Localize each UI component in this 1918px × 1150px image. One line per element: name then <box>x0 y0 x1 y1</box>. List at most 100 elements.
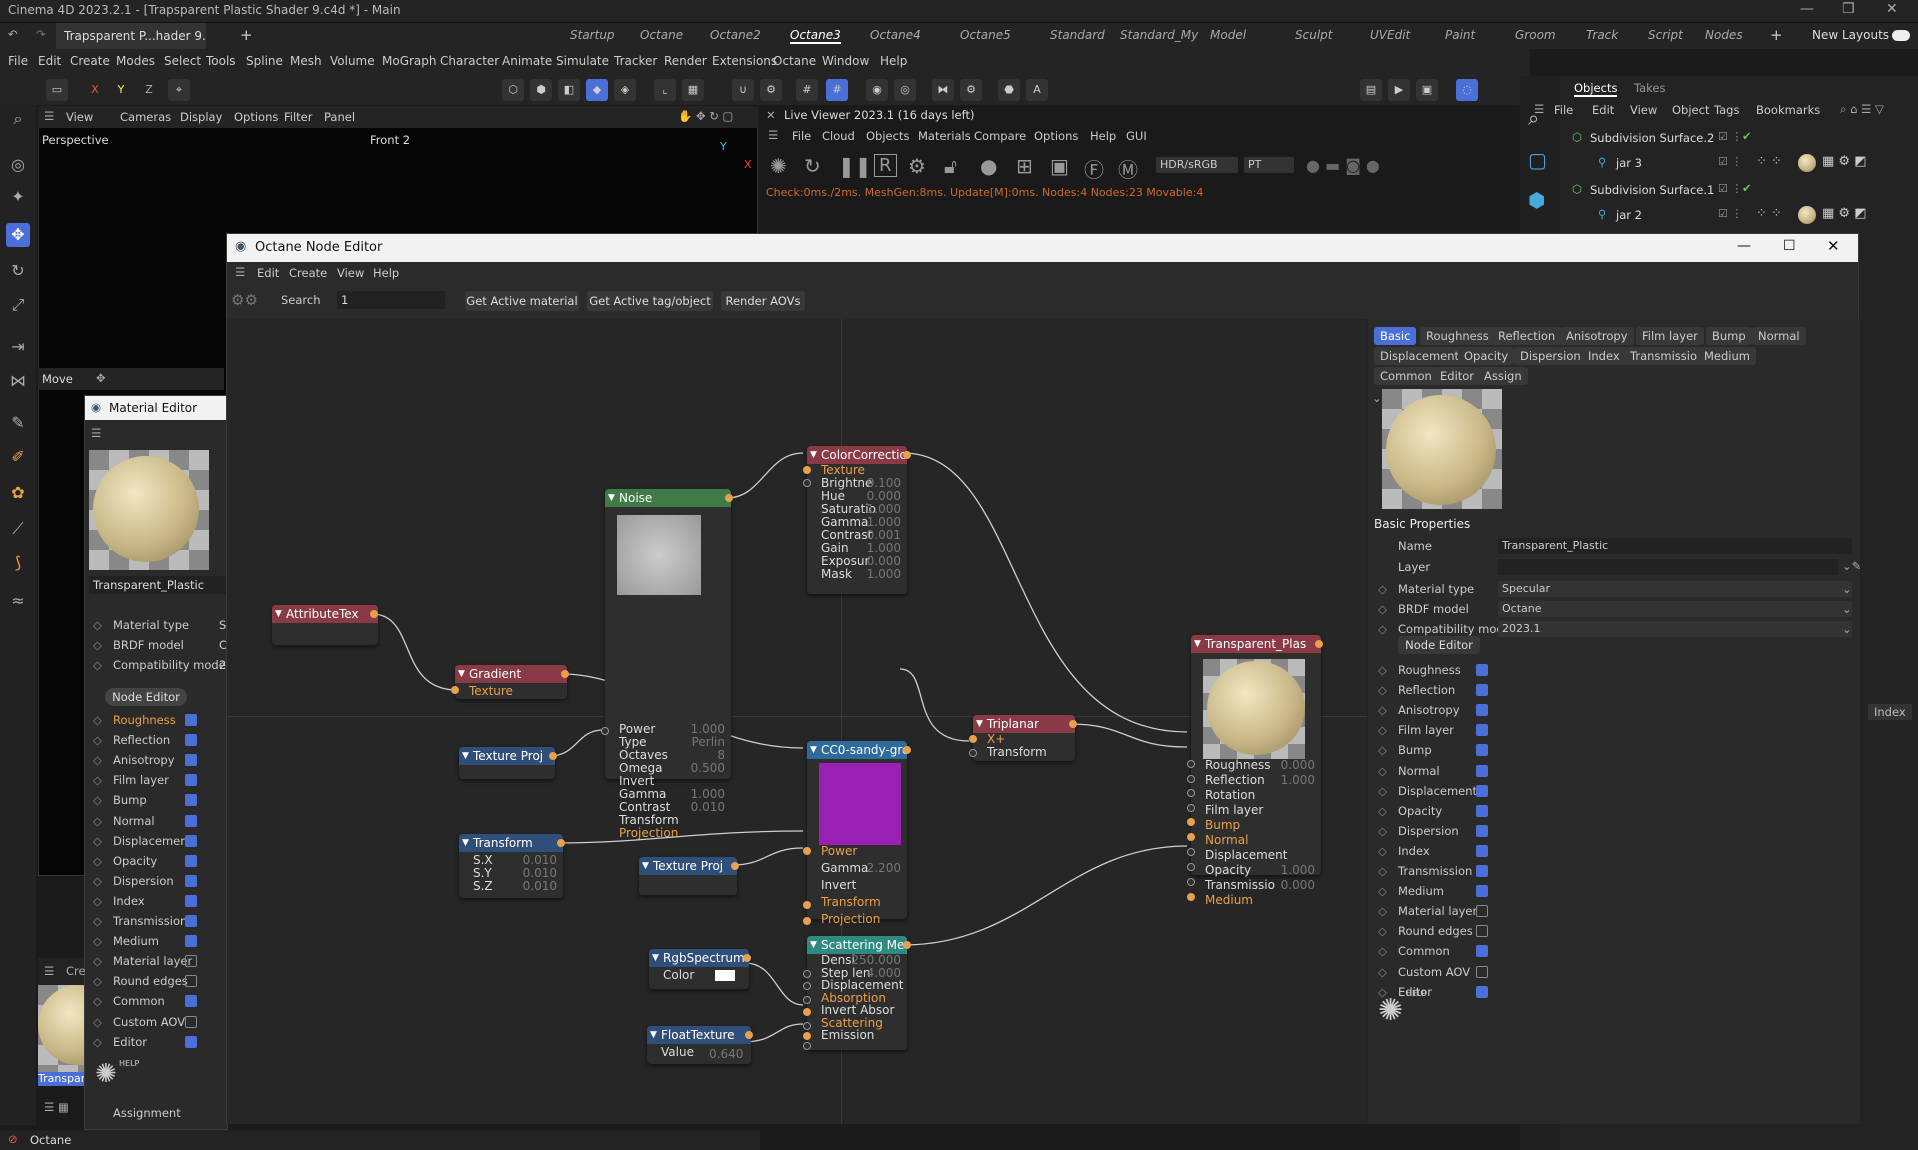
node-transform[interactable]: TransformS.X0.010S.Y0.010S.Z0.010 <box>459 834 565 898</box>
checkbox[interactable] <box>1476 764 1488 777</box>
field-select[interactable]: Specular <box>1498 581 1852 597</box>
button-get-active-material[interactable]: Get Active material <box>465 291 579 311</box>
corner-icon[interactable]: ⌞ <box>654 79 676 101</box>
param-rotation[interactable]: Rotation <box>1191 789 1321 802</box>
port-dot[interactable] <box>745 1031 753 1039</box>
chevron-down-icon[interactable]: ⌄ <box>1842 622 1852 636</box>
octane-sync-icon[interactable]: ◌ <box>1456 79 1478 101</box>
channel-opacity[interactable]: Opacity <box>1398 804 1442 818</box>
checkbox[interactable] <box>1476 664 1488 676</box>
layout-tab-octane5[interactable]: Octane5 <box>960 28 1011 42</box>
menu-mograph[interactable]: MoGraph <box>382 54 437 68</box>
param-transform[interactable]: Transform <box>973 746 1075 759</box>
checkbox[interactable] <box>1476 824 1488 837</box>
value-field[interactable]: 0.640 <box>709 1047 743 1061</box>
live-viewer-menu-file[interactable]: File <box>792 129 811 143</box>
chevron-down-icon[interactable]: ⌄ <box>1372 391 1382 405</box>
close-icon[interactable]: ✕ <box>1886 1 1898 17</box>
node-title[interactable]: Texture Proj <box>459 747 555 765</box>
node-rgbspectrum[interactable]: RgbSpectrumColor <box>649 949 751 989</box>
port-dot[interactable] <box>743 954 751 962</box>
layout-tab-octane4[interactable]: Octane4 <box>870 28 921 42</box>
param-power[interactable]: Power <box>807 845 907 858</box>
channel-common[interactable]: Common <box>1398 944 1450 958</box>
object-mode-icon[interactable]: ◈ <box>614 79 636 101</box>
port-dot[interactable] <box>731 862 739 870</box>
param-mask[interactable]: Mask 1.000 <box>807 568 907 581</box>
param-bump[interactable]: Bump <box>1191 819 1321 832</box>
octane-logo-icon[interactable]: ✺ <box>770 154 787 178</box>
visibility-icon[interactable]: ☑ ⋮ <box>1718 182 1742 195</box>
cube-icon[interactable]: ⬢ <box>1528 188 1545 212</box>
help-icon[interactable]: ✺ <box>1378 993 1403 1028</box>
square-icon[interactable]: ▢ <box>1528 148 1547 172</box>
prop-tab-medium[interactable]: Medium <box>1698 347 1756 365</box>
prop-tab-reflection[interactable]: Reflection <box>1492 327 1562 345</box>
param-value[interactable]: 0.010 <box>523 880 557 893</box>
layout-tab-startup[interactable]: Startup <box>570 28 615 42</box>
node-editor-button[interactable]: Node Editor <box>105 688 187 706</box>
param-normal[interactable]: Normal <box>1191 834 1321 847</box>
search-icon[interactable]: ⌕ ⌂ ☰ ▽ <box>1840 102 1884 117</box>
lock-icon[interactable]: 🔓︎ <box>944 154 957 178</box>
channel-material-layer[interactable]: Material layer <box>1398 904 1477 918</box>
scale-icon[interactable]: ⤢ <box>6 293 30 317</box>
channel-normal[interactable]: Normal <box>113 814 155 828</box>
port-dot[interactable] <box>725 494 733 502</box>
add-tab-icon[interactable]: + <box>240 26 253 44</box>
material-tag-icon[interactable] <box>1798 206 1816 224</box>
tweak-icon[interactable]: ✦ <box>6 185 30 209</box>
port-texture[interactable]: Texture <box>455 685 513 698</box>
layout-toggle[interactable] <box>1892 30 1910 41</box>
checkbox[interactable] <box>185 794 197 807</box>
object-row-subdivision-surface-1[interactable]: ⬡ Subdivision Surface.1 ☑ ⋮ ✔ <box>1560 181 1918 201</box>
live-viewer-menu-materials[interactable]: Materials <box>918 129 971 143</box>
node-triplanar[interactable]: TriplanarX+Transform <box>969 715 1077 761</box>
prop-tab-common[interactable]: Common <box>1374 367 1438 385</box>
layout-tab-octane3[interactable]: Octane3 <box>790 28 841 44</box>
button-render-aovs[interactable]: Render AOVs <box>721 291 805 311</box>
port-dot[interactable] <box>903 941 911 949</box>
node-attributetex[interactable]: AttributeTex <box>272 605 378 645</box>
color-space-select[interactable]: HDR/sRGB <box>1156 157 1238 173</box>
menu-edit[interactable]: Edit <box>38 54 61 68</box>
layout-tab-groom[interactable]: Groom <box>1515 28 1556 42</box>
checkbox[interactable] <box>1476 865 1488 877</box>
kernel-select[interactable]: PT <box>1244 157 1294 173</box>
layout-tab-paint[interactable]: Paint <box>1445 28 1475 42</box>
channel-roughness[interactable]: Roughness <box>1398 663 1461 677</box>
port-dot[interactable] <box>803 1042 811 1050</box>
checkbox[interactable] <box>185 754 197 767</box>
objects-menu-edit[interactable]: Edit <box>1592 103 1614 117</box>
layout-tab-standard-my[interactable]: Standard_My <box>1120 28 1198 42</box>
objects-menu-object[interactable]: Object <box>1672 103 1709 117</box>
texture-mode-icon[interactable]: ▦ <box>682 79 704 101</box>
eyedropper-icon[interactable]: ⌄✎ <box>1842 559 1861 573</box>
node-menu-edit[interactable]: Edit <box>257 266 279 280</box>
param-projection[interactable]: Projection <box>605 827 731 840</box>
maximize-icon[interactable]: ☐ <box>1783 238 1796 254</box>
channel-bump[interactable]: Bump <box>113 793 147 807</box>
channel-reflection[interactable]: Reflection <box>1398 683 1455 697</box>
checkbox[interactable] <box>1476 804 1488 817</box>
color-swatch[interactable] <box>715 970 735 981</box>
checkbox[interactable] <box>1476 925 1488 938</box>
param-film-layer[interactable]: Film layer <box>1191 804 1321 817</box>
checkbox[interactable] <box>185 955 197 968</box>
visibility-icon[interactable]: ☑ ⋮ <box>1718 155 1742 168</box>
objects-menu-file[interactable]: File <box>1554 103 1573 117</box>
check-icon[interactable]: ✔ <box>1742 129 1752 143</box>
render-queue-icon[interactable]: ▣ <box>1416 79 1438 101</box>
channel-film-layer[interactable]: Film layer <box>113 773 169 787</box>
node-title[interactable]: Gradient <box>455 665 567 683</box>
node-title[interactable]: Transform <box>459 834 563 852</box>
name-field[interactable]: Transparent_Plastic <box>1498 538 1852 554</box>
objects-tab-objects[interactable]: Objects <box>1574 81 1618 97</box>
param-displacement[interactable]: Displacement <box>1191 849 1321 862</box>
move-tool-icon[interactable]: ✥ <box>96 371 106 385</box>
node-floattexture[interactable]: FloatTextureValue 0.640 <box>647 1026 753 1064</box>
focus-icon[interactable]: Ⓕ <box>1084 154 1104 183</box>
prop-tab-anisotropy[interactable]: Anisotropy <box>1560 327 1634 345</box>
prop-tab-basic[interactable]: Basic <box>1374 327 1417 345</box>
menu-extensions[interactable]: Extensions <box>712 54 777 68</box>
